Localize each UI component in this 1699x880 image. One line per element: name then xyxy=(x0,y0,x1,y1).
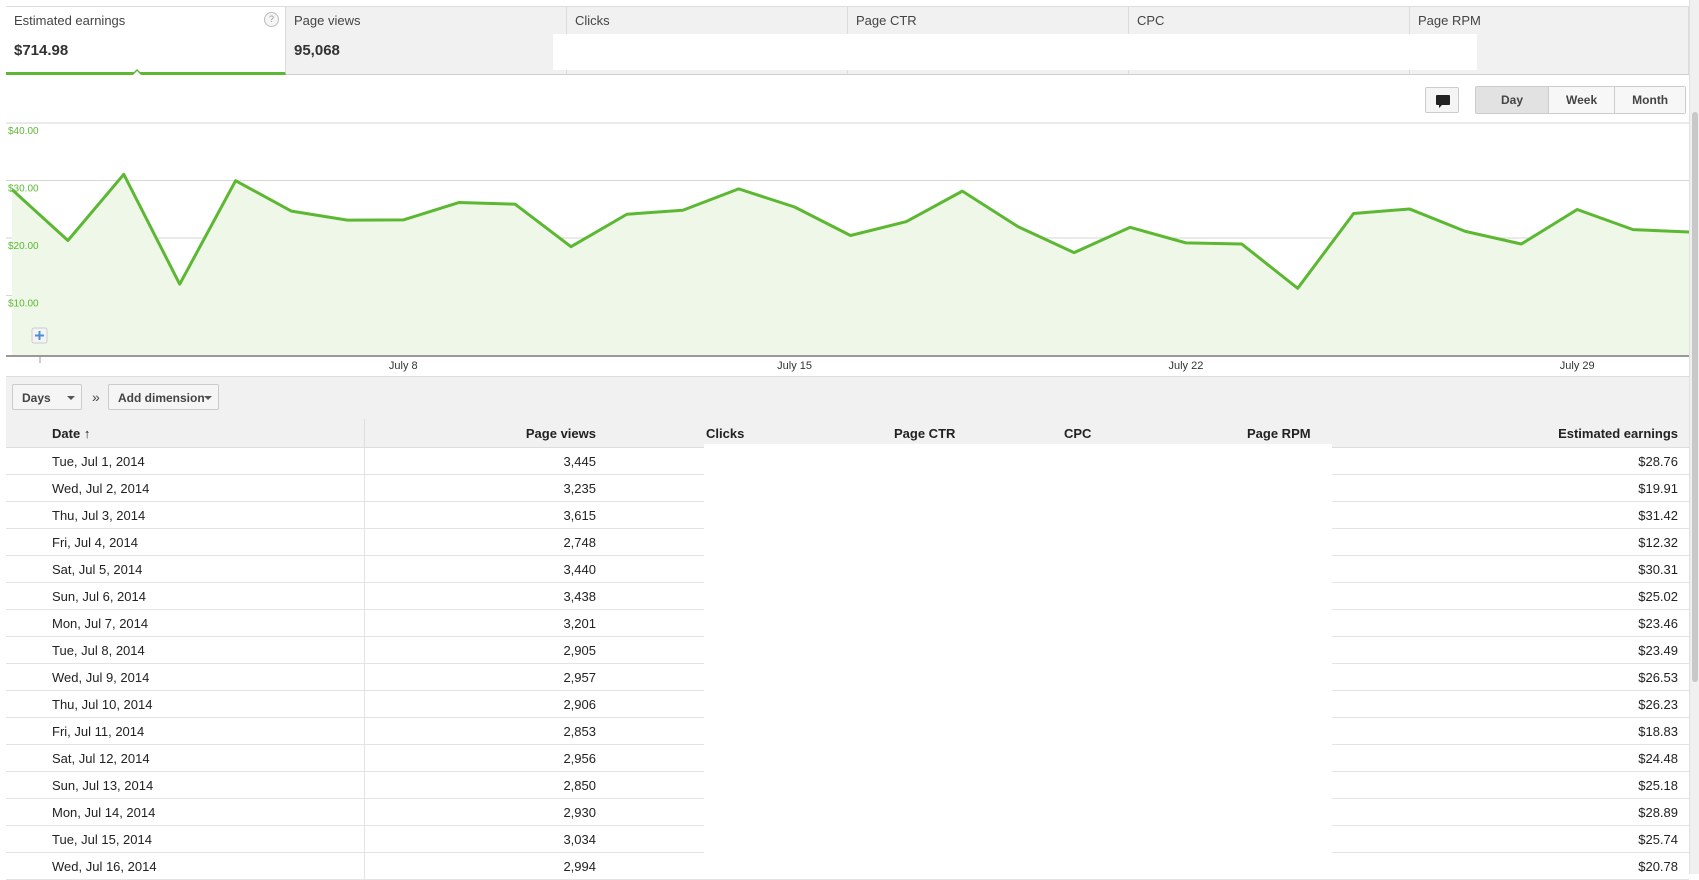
cell-date: Tue, Jul 8, 2014 xyxy=(52,643,145,658)
breadcrumb-separator: » xyxy=(92,389,100,405)
cell-earnings: $28.76 xyxy=(1638,454,1678,469)
cell-page-views: 2,906 xyxy=(563,697,596,712)
scrollbar[interactable] xyxy=(1689,0,1699,874)
header-page-ctr[interactable]: Page CTR xyxy=(894,426,955,441)
header-cpc[interactable]: CPC xyxy=(1064,426,1091,441)
cell-date: Sat, Jul 12, 2014 xyxy=(52,751,150,766)
cell-date: Fri, Jul 4, 2014 xyxy=(52,535,138,550)
zoom-plus-icon[interactable] xyxy=(31,327,48,344)
cell-date: Tue, Jul 15, 2014 xyxy=(52,832,152,847)
cell-earnings: $26.53 xyxy=(1638,670,1678,685)
y-tick-label: $10.00 xyxy=(8,299,39,310)
cell-earnings: $25.74 xyxy=(1638,832,1678,847)
scorecard-label: Page views xyxy=(294,13,361,28)
cell-earnings: $31.42 xyxy=(1638,508,1678,523)
chevron-down-icon xyxy=(204,396,212,400)
cell-date: Wed, Jul 16, 2014 xyxy=(52,859,157,874)
y-tick-label: $40.00 xyxy=(8,126,39,137)
cell-page-views: 2,905 xyxy=(563,643,596,658)
cell-page-views: 3,440 xyxy=(563,562,596,577)
comment-icon xyxy=(1436,95,1450,108)
cell-page-views: 3,201 xyxy=(563,616,596,631)
cell-page-views: 2,994 xyxy=(563,859,596,874)
cell-page-views: 3,235 xyxy=(563,481,596,496)
earnings-area xyxy=(12,174,1689,355)
cell-page-views: 3,445 xyxy=(563,454,596,469)
cell-date: Mon, Jul 7, 2014 xyxy=(52,616,149,631)
annotation-button[interactable] xyxy=(1425,87,1459,113)
cell-earnings: $23.49 xyxy=(1638,643,1678,658)
x-tick-label: July 29 xyxy=(1560,360,1595,372)
cell-earnings: $28.89 xyxy=(1638,805,1678,820)
scorecard-label: CPC xyxy=(1137,13,1165,28)
cell-page-views: 2,930 xyxy=(563,805,596,820)
cell-earnings: $19.91 xyxy=(1638,481,1678,496)
redaction-block xyxy=(704,444,1332,874)
cell-date: Fri, Jul 11, 2014 xyxy=(52,724,145,739)
cell-page-views: 2,956 xyxy=(563,751,596,766)
cell-earnings: $30.31 xyxy=(1638,562,1678,577)
header-date[interactable]: Date ↑ xyxy=(52,426,90,441)
cell-date: Tue, Jul 1, 2014 xyxy=(52,454,145,469)
header-earnings[interactable]: Estimated earnings xyxy=(1558,426,1678,441)
cell-earnings: $26.23 xyxy=(1638,697,1678,712)
cell-date: Wed, Jul 9, 2014 xyxy=(52,670,150,685)
scorecard-page-views[interactable]: Page views 95,068 xyxy=(286,6,567,75)
scorecard-label: Page CTR xyxy=(856,13,917,28)
cell-earnings: $23.46 xyxy=(1638,616,1678,631)
earnings-chart: $10.00 $20.00 $30.00 $40.00 July 8 July 15 Ju… xyxy=(6,122,1690,372)
cell-page-views: 3,615 xyxy=(563,508,596,523)
help-icon[interactable]: ? xyxy=(264,12,279,27)
cell-page-views: 2,853 xyxy=(563,724,596,739)
period-week-button[interactable]: Week xyxy=(1549,87,1616,113)
cell-page-views: 3,438 xyxy=(563,589,596,604)
selected-indicator-icon xyxy=(131,69,143,75)
period-day-button[interactable]: Day xyxy=(1476,87,1550,113)
scorecard-estimated-earnings[interactable]: Estimated earnings ? $714.98 xyxy=(6,6,286,75)
chevron-down-icon xyxy=(67,396,75,400)
cell-page-views: 2,850 xyxy=(563,778,596,793)
cell-earnings: $24.48 xyxy=(1638,751,1678,766)
cell-earnings: $20.78 xyxy=(1638,859,1678,874)
cell-page-views: 3,034 xyxy=(563,832,596,847)
cell-page-views: 2,748 xyxy=(563,535,596,550)
x-tick-label: July 8 xyxy=(389,360,418,372)
sort-arrow-icon: ↑ xyxy=(83,426,91,441)
cell-earnings: $12.32 xyxy=(1638,535,1678,550)
days-dropdown-label: Days xyxy=(22,391,51,405)
cell-date: Thu, Jul 10, 2014 xyxy=(52,697,153,712)
cell-date: Wed, Jul 2, 2014 xyxy=(52,481,150,496)
redaction-block xyxy=(553,34,1477,70)
cell-date: Sun, Jul 6, 2014 xyxy=(52,589,146,604)
x-tick-label: July 22 xyxy=(1168,360,1203,372)
header-page-views[interactable]: Page views xyxy=(526,426,596,441)
header-page-rpm[interactable]: Page RPM xyxy=(1247,426,1311,441)
y-tick-label: $20.00 xyxy=(8,241,39,252)
add-dimension-dropdown[interactable]: Add dimension xyxy=(108,384,219,410)
cell-earnings: $25.18 xyxy=(1638,778,1678,793)
scrollbar-thumb[interactable] xyxy=(1692,112,1698,682)
scorecard-label: Page RPM xyxy=(1418,13,1481,28)
x-tick-label: July 15 xyxy=(777,360,812,372)
y-tick-label: $30.00 xyxy=(8,184,39,195)
cell-date: Sun, Jul 13, 2014 xyxy=(52,778,154,793)
cell-date: Mon, Jul 14, 2014 xyxy=(52,805,156,820)
cell-date: Thu, Jul 3, 2014 xyxy=(52,508,146,523)
table-toolbar: Days » Add dimension xyxy=(6,376,1689,419)
scorecard-value: 95,068 xyxy=(294,42,340,59)
scorecard-label: Estimated earnings xyxy=(14,13,126,28)
cell-date: Sat, Jul 5, 2014 xyxy=(52,562,143,577)
add-dimension-label: Add dimension xyxy=(118,391,205,405)
cell-earnings: $18.83 xyxy=(1638,724,1678,739)
period-month-button[interactable]: Month xyxy=(1615,87,1686,113)
scorecard-value: $714.98 xyxy=(14,42,69,59)
period-toggle: Day Week Month xyxy=(1475,86,1687,114)
scorecard-label: Clicks xyxy=(575,13,610,28)
days-dropdown[interactable]: Days xyxy=(12,384,82,410)
cell-earnings: $25.02 xyxy=(1638,589,1678,604)
header-clicks[interactable]: Clicks xyxy=(706,426,744,441)
cell-page-views: 2,957 xyxy=(563,670,596,685)
